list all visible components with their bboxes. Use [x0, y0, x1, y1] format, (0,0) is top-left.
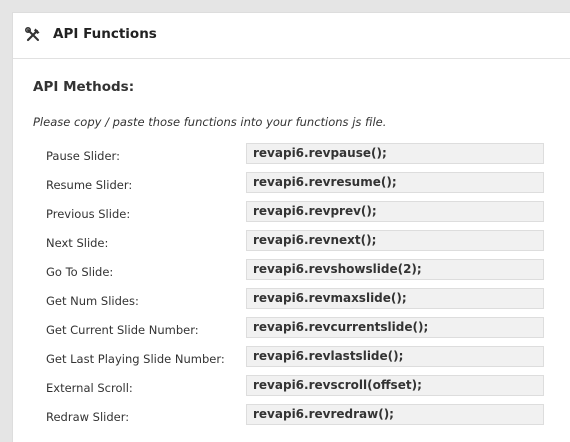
method-label: Go To Slide: [46, 265, 114, 279]
method-row-current-slide: Get Current Slide Number: revapi6.revcur… [13, 317, 570, 346]
method-row-previous: Previous Slide: revapi6.revprev(); [13, 201, 570, 230]
method-code-field[interactable]: revapi6.revscroll(offset); [246, 375, 544, 396]
section-title: API Methods: [33, 79, 135, 95]
method-row-last-slide: Get Last Playing Slide Number: revapi6.r… [13, 346, 570, 375]
method-label: Get Current Slide Number: [46, 323, 199, 337]
method-row-next: Next Slide: revapi6.revnext(); [13, 230, 570, 259]
method-code-field[interactable]: revapi6.revmaxslide(); [246, 288, 544, 309]
method-row-external-scroll: External Scroll: revapi6.revscroll(offse… [13, 375, 570, 404]
method-code-field[interactable]: revapi6.revshowslide(2); [246, 259, 544, 280]
method-label: Get Last Playing Slide Number: [46, 352, 225, 366]
tools-icon [25, 27, 40, 42]
method-code-field[interactable]: revapi6.revpause(); [246, 143, 544, 164]
api-functions-panel: API Functions API Methods: Please copy /… [12, 12, 570, 442]
method-row-num-slides: Get Num Slides: revapi6.revmaxslide(); [13, 288, 570, 317]
method-label: Redraw Slider: [46, 410, 130, 424]
method-code-field[interactable]: revapi6.revprev(); [246, 201, 544, 222]
method-label: Get Num Slides: [46, 294, 139, 308]
section-description: Please copy / paste those functions into… [33, 115, 387, 129]
panel-title: API Functions [53, 26, 157, 42]
method-row-resume: Resume Slider: revapi6.revresume(); [13, 172, 570, 201]
method-label: Next Slide: [46, 236, 109, 250]
method-code-field[interactable]: revapi6.revresume(); [246, 172, 544, 193]
panel-header: API Functions [13, 13, 570, 59]
method-code-field[interactable]: revapi6.revcurrentslide(); [246, 317, 544, 338]
method-code-field[interactable]: revapi6.revlastslide(); [246, 346, 544, 367]
method-code-field[interactable]: revapi6.revredraw(); [246, 404, 544, 425]
method-label: Pause Slider: [46, 149, 120, 163]
method-code-field[interactable]: revapi6.revnext(); [246, 230, 544, 251]
method-label: Previous Slide: [46, 207, 131, 221]
method-label: Resume Slider: [46, 178, 133, 192]
api-methods-list: Pause Slider: revapi6.revpause(); Resume… [13, 143, 570, 433]
method-row-pause: Pause Slider: revapi6.revpause(); [13, 143, 570, 172]
method-label: External Scroll: [46, 381, 133, 395]
method-row-redraw: Redraw Slider: revapi6.revredraw(); [13, 404, 570, 433]
method-row-goto: Go To Slide: revapi6.revshowslide(2); [13, 259, 570, 288]
